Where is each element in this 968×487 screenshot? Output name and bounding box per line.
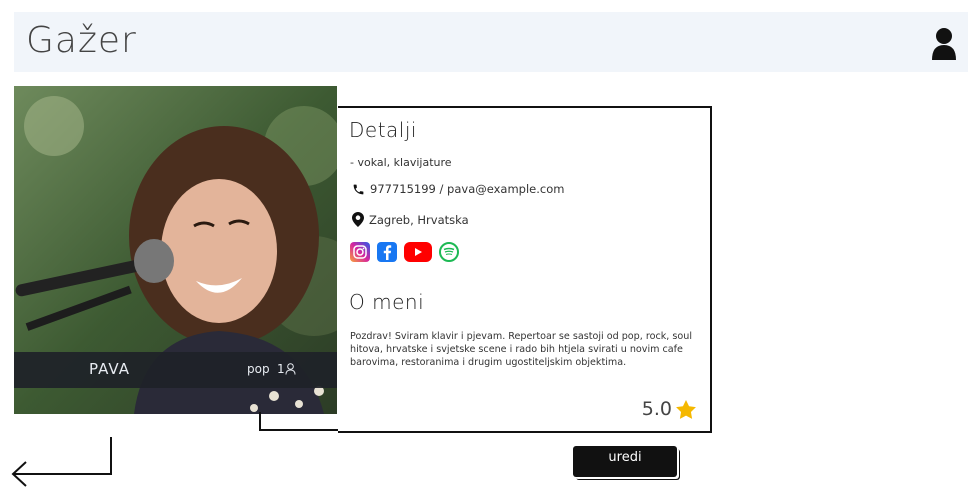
location-row: Zagreb, Hrvatska — [352, 212, 469, 227]
facebook-icon[interactable] — [377, 242, 397, 262]
phone-icon — [353, 184, 364, 194]
about-title: O meni — [349, 290, 425, 314]
artist-genre: pop — [247, 362, 270, 376]
artist-name: PAVA — [89, 360, 130, 378]
details-frame-bottom — [259, 429, 339, 431]
person-icon — [285, 363, 296, 375]
details-title: Detalji — [349, 118, 417, 142]
header-bar: Gažer — [14, 12, 968, 72]
star-icon — [676, 399, 696, 419]
edit-button[interactable]: uredi — [573, 446, 677, 477]
youtube-icon[interactable] — [404, 242, 432, 262]
social-links — [350, 242, 459, 262]
contact-row: 977715199 / pava@example.com — [352, 182, 564, 196]
contact-text[interactable]: 977715199 / pava@example.com — [370, 182, 564, 196]
app-title[interactable]: Gažer — [26, 16, 137, 66]
instagram-icon[interactable] — [350, 242, 370, 262]
rating: 5.0 — [642, 398, 696, 420]
rating-value: 5.0 — [641, 398, 672, 420]
details-card: Detalji - vokal, klavijature 977715199 /… — [338, 106, 712, 433]
about-text: Pozdrav! Sviram klavir i pjevam. Reperto… — [350, 331, 693, 368]
role-text: - vokal, klavijature — [350, 156, 452, 169]
location-pin-icon — [352, 212, 364, 227]
spotify-icon[interactable] — [439, 242, 459, 262]
user-icon[interactable] — [930, 26, 958, 60]
artist-name-bar: PAVA pop 1 — [14, 352, 337, 388]
back-arrow-icon[interactable] — [8, 434, 118, 487]
member-count: 1 — [277, 362, 285, 376]
location-text: Zagreb, Hrvatska — [369, 212, 469, 227]
